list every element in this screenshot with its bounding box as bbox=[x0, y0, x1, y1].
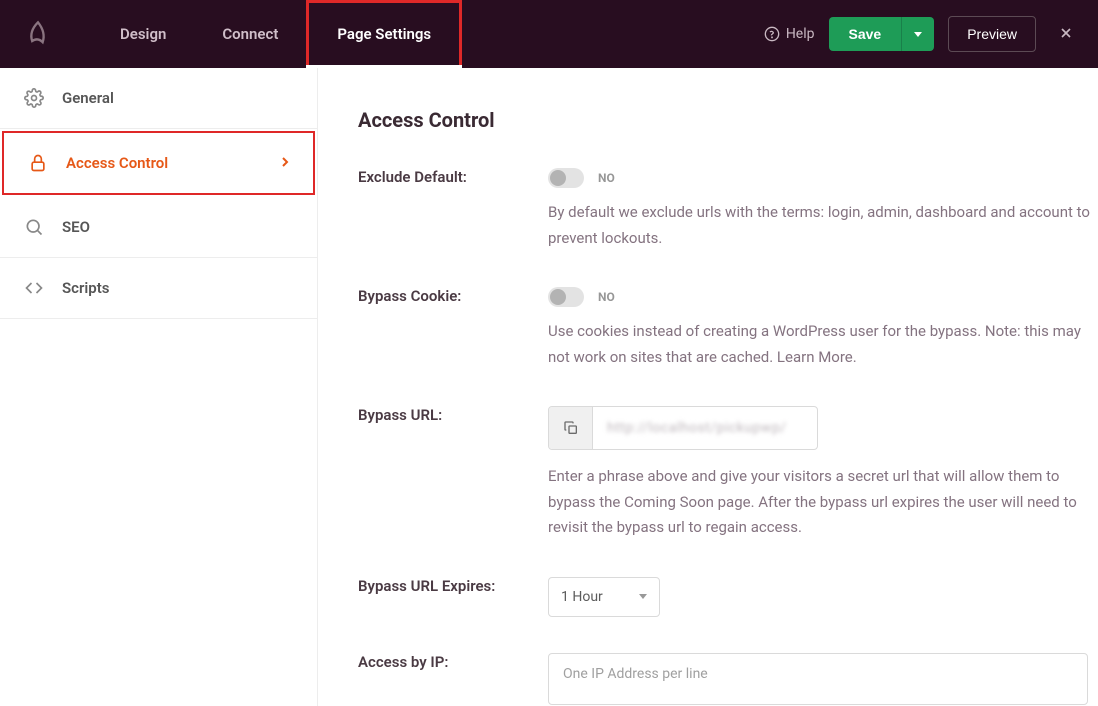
bypass-expires-label: Bypass URL Expires: bbox=[358, 577, 548, 595]
bypass-url-value: http://localhost/pickupwp/ bbox=[593, 420, 801, 436]
bypass-expires-select[interactable]: 1 Hour bbox=[548, 577, 660, 617]
help-link[interactable]: Help bbox=[764, 26, 815, 42]
form-row-exclude-default: Exclude Default: NO By default we exclud… bbox=[358, 168, 1098, 251]
bypass-url-help: Enter a phrase above and give your visit… bbox=[548, 464, 1098, 541]
nav-tabs: Design Connect Page Settings bbox=[92, 0, 462, 68]
exclude-default-toggle-label: NO bbox=[598, 171, 615, 185]
sidebar-item-general[interactable]: General bbox=[0, 68, 317, 129]
tab-page-settings[interactable]: Page Settings bbox=[306, 0, 462, 68]
tab-design[interactable]: Design bbox=[92, 0, 194, 68]
logo bbox=[24, 20, 52, 48]
chevron-right-icon bbox=[281, 154, 289, 172]
bypass-expires-value: 1 Hour bbox=[561, 589, 603, 605]
lock-icon bbox=[28, 153, 48, 173]
sidebar: General Access Control SEO Scripts bbox=[0, 68, 318, 706]
sidebar-item-label: SEO bbox=[62, 218, 90, 236]
sidebar-item-label: Access Control bbox=[66, 154, 168, 172]
form-row-access-ip: Access by IP: bbox=[358, 653, 1098, 706]
form-row-bypass-expires: Bypass URL Expires: 1 Hour bbox=[358, 577, 1098, 617]
tab-connect[interactable]: Connect bbox=[194, 0, 306, 68]
exclude-default-toggle[interactable] bbox=[548, 168, 584, 188]
form-row-bypass-cookie: Bypass Cookie: NO Use cookies instead of… bbox=[358, 287, 1098, 370]
sidebar-item-seo[interactable]: SEO bbox=[0, 197, 317, 258]
search-icon bbox=[24, 217, 44, 237]
help-icon bbox=[764, 26, 780, 42]
sidebar-item-access-control[interactable]: Access Control bbox=[2, 131, 315, 195]
preview-button[interactable]: Preview bbox=[948, 16, 1036, 52]
caret-down-icon bbox=[639, 594, 647, 599]
close-icon bbox=[1058, 25, 1074, 41]
close-button[interactable] bbox=[1050, 17, 1082, 51]
bypass-cookie-label: Bypass Cookie: bbox=[358, 287, 548, 305]
access-ip-textarea[interactable] bbox=[548, 653, 1088, 705]
help-label: Help bbox=[786, 26, 815, 42]
bypass-cookie-toggle-label: NO bbox=[598, 290, 615, 304]
exclude-default-label: Exclude Default: bbox=[358, 168, 548, 186]
save-button[interactable]: Save bbox=[829, 17, 902, 51]
sidebar-item-label: Scripts bbox=[62, 279, 109, 297]
caret-down-icon bbox=[914, 32, 922, 37]
save-dropdown-button[interactable] bbox=[901, 17, 934, 51]
exclude-default-help: By default we exclude urls with the term… bbox=[548, 200, 1098, 251]
sidebar-item-label: General bbox=[62, 89, 114, 107]
form-row-bypass-url: Bypass URL: http://localhost/pickupwp/ E… bbox=[358, 406, 1098, 541]
bypass-url-label: Bypass URL: bbox=[358, 406, 548, 424]
layout: General Access Control SEO Scripts Acces… bbox=[0, 68, 1098, 706]
header: Design Connect Page Settings Help Save P… bbox=[0, 0, 1098, 68]
bypass-cookie-toggle[interactable] bbox=[548, 287, 584, 307]
sidebar-item-scripts[interactable]: Scripts bbox=[0, 258, 317, 319]
copy-button[interactable] bbox=[549, 407, 593, 449]
gear-icon bbox=[24, 88, 44, 108]
access-ip-label: Access by IP: bbox=[358, 653, 548, 671]
header-right: Help Save Preview bbox=[764, 16, 1082, 52]
bypass-url-box: http://localhost/pickupwp/ bbox=[548, 406, 818, 450]
main-content: Access Control Exclude Default: NO By de… bbox=[318, 68, 1098, 706]
save-group: Save bbox=[829, 17, 935, 51]
code-icon bbox=[24, 278, 44, 298]
page-title: Access Control bbox=[358, 108, 1098, 132]
copy-icon bbox=[563, 420, 579, 436]
bypass-cookie-help: Use cookies instead of creating a WordPr… bbox=[548, 319, 1098, 370]
